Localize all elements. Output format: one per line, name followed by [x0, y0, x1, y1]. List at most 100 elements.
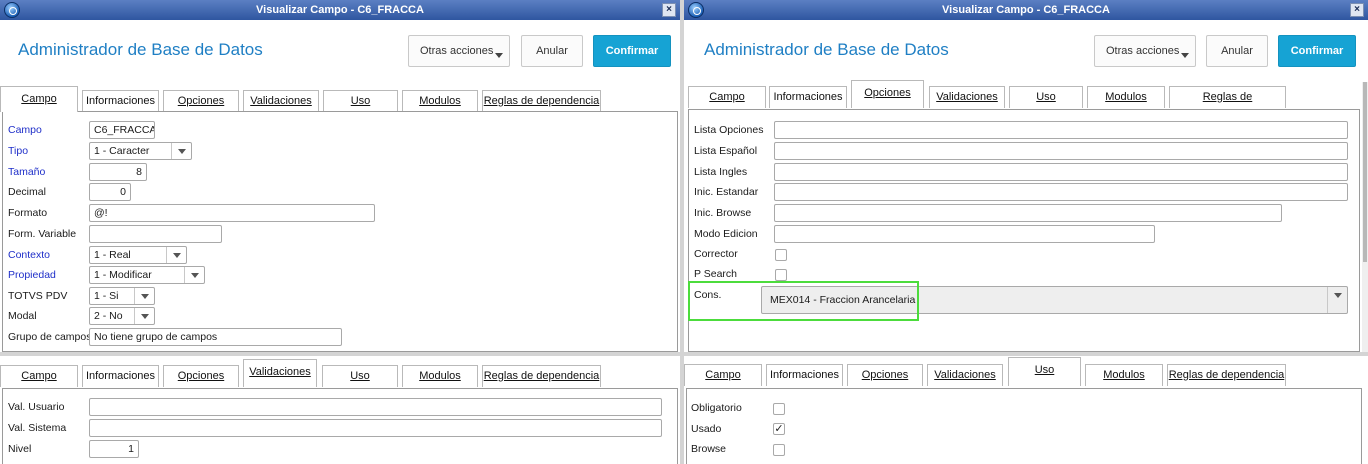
nivel-field[interactable]: 1 [89, 440, 139, 458]
tamano-label: Tamaño [8, 166, 46, 178]
tab-label: Uso [350, 370, 370, 382]
formato-field[interactable]: @! [89, 204, 375, 222]
otras-acciones-label: Otras acciones [420, 45, 494, 57]
tab-label: Reglas de dependencia [483, 370, 600, 382]
totvs-pdv-label: TOTVS PDV [8, 290, 68, 302]
close-icon[interactable]: × [662, 3, 676, 17]
check-icon: ✓ [774, 423, 784, 435]
scrollbar-thumb[interactable] [1363, 82, 1367, 262]
tab-validaciones[interactable]: Validaciones [927, 364, 1003, 386]
tab-informaciones[interactable]: Informaciones [82, 365, 159, 387]
tamano-field[interactable]: 8 [89, 163, 147, 181]
tab-validaciones[interactable]: Validaciones [243, 90, 319, 112]
tab-label: Modulos [419, 370, 461, 382]
window-campo: Visualizar Campo - C6_FRACCA × Administr… [0, 0, 680, 352]
lista-espanol-field[interactable] [774, 142, 1348, 160]
tab-label: Validaciones [250, 95, 312, 107]
confirmar-button[interactable]: Confirmar [593, 35, 671, 67]
tab-modulos[interactable]: Modulos [1085, 364, 1163, 386]
browse-checkbox[interactable] [773, 444, 785, 456]
contexto-select[interactable]: 1 - Real [89, 246, 187, 264]
tab-uso[interactable]: Uso [1009, 86, 1083, 108]
tab-bar: Campo Informaciones Opciones Validacione… [684, 80, 1368, 124]
obligatorio-checkbox[interactable] [773, 403, 785, 415]
tab-reglas[interactable]: Reglas de dependencia [1167, 364, 1286, 386]
protheus-logo-icon [688, 2, 704, 18]
form-variable-field[interactable] [89, 225, 222, 243]
p-search-label: P Search [694, 268, 737, 280]
val-sistema-field[interactable] [89, 419, 662, 437]
tab-opciones[interactable]: Opciones [163, 365, 239, 387]
modal-label: Modal [8, 310, 37, 322]
tab-uso[interactable]: Uso [1008, 357, 1081, 386]
tipo-select[interactable]: 1 - Caracter [89, 142, 192, 160]
chevron-down-icon [1181, 53, 1189, 58]
tab-campo[interactable]: Campo [684, 364, 762, 386]
protheus-logo-icon [4, 2, 20, 18]
tipo-label: Tipo [8, 145, 29, 157]
contexto-value: 1 - Real [94, 249, 131, 261]
totvs-pdv-select[interactable]: 1 - Si [89, 287, 155, 305]
grupo-campos-field[interactable]: No tiene grupo de campos [89, 328, 342, 346]
campo-field[interactable]: C6_FRACCA [89, 121, 155, 139]
tab-label: Modulos [1103, 369, 1145, 381]
chevron-down-icon [184, 267, 204, 283]
chevron-down-icon [166, 247, 186, 263]
confirmar-button[interactable]: Confirmar [1278, 35, 1356, 67]
close-icon[interactable]: × [1350, 3, 1364, 17]
campo-label: Campo [8, 124, 42, 136]
tab-campo[interactable]: Campo [0, 86, 78, 112]
tab-validaciones[interactable]: Validaciones [929, 86, 1005, 108]
tab-validaciones[interactable]: Validaciones [243, 359, 317, 387]
modo-edicion-field[interactable] [774, 225, 1155, 243]
tab-label: Validaciones [249, 366, 311, 378]
otras-acciones-button[interactable]: Otras acciones [408, 35, 510, 67]
tab-reglas[interactable]: Reglas de dependencia [482, 365, 601, 387]
app-header: Administrador de Base de Datos Otras acc… [684, 20, 1368, 82]
val-usuario-label: Val. Usuario [8, 401, 65, 413]
tab-informaciones[interactable]: Informaciones [769, 86, 847, 108]
tab-label: Campo [709, 91, 745, 103]
modal-select[interactable]: 2 - No [89, 307, 155, 325]
tab-campo[interactable]: Campo [688, 86, 766, 108]
corrector-checkbox[interactable] [775, 249, 787, 261]
tab-informaciones[interactable]: Informaciones [766, 364, 843, 386]
inic-estandar-field[interactable] [774, 183, 1348, 201]
grupo-campos-label: Grupo de campos [8, 331, 92, 343]
contexto-label: Contexto [8, 249, 51, 261]
tab-opciones[interactable]: Opciones [851, 80, 924, 108]
chevron-down-icon [171, 143, 191, 159]
tab-uso[interactable]: Uso [322, 365, 398, 387]
corrector-label: Corrector [694, 248, 738, 260]
lista-ingles-field[interactable] [774, 163, 1348, 181]
p-search-checkbox[interactable] [775, 269, 787, 281]
tab-modulos[interactable]: Modulos [402, 365, 478, 387]
otras-acciones-button[interactable]: Otras acciones [1094, 35, 1196, 67]
browse-label: Browse [691, 443, 727, 455]
chevron-down-icon [134, 288, 154, 304]
tab-modulos[interactable]: Modulos [1087, 86, 1165, 108]
tab-uso[interactable]: Uso [323, 90, 398, 112]
vertical-scrollbar[interactable] [1362, 82, 1368, 352]
propiedad-select[interactable]: 1 - Modificar [89, 266, 205, 284]
tab-opciones[interactable]: Opciones [163, 90, 239, 112]
totvs-pdv-value: 1 - Si [94, 290, 119, 302]
inic-browse-field[interactable] [774, 204, 1282, 222]
tab-label: Uso [1034, 364, 1055, 376]
tab-label: Reglas de dependencia [483, 95, 600, 107]
chevron-down-icon [495, 53, 503, 58]
tab-reglas[interactable]: Reglas de dependencia [482, 90, 601, 112]
decimal-field[interactable]: 0 [89, 183, 131, 201]
tab-opciones[interactable]: Opciones [847, 364, 923, 386]
tab-reglas[interactable]: Reglas de dependencia [1169, 86, 1286, 124]
anular-button[interactable]: Anular [1206, 35, 1268, 67]
tab-informaciones[interactable]: Informaciones [82, 90, 159, 112]
lista-opciones-field[interactable] [774, 121, 1348, 139]
usado-checkbox[interactable]: ✓ [773, 423, 785, 435]
window-uso: Campo Informaciones Opciones Validacione… [684, 356, 1368, 464]
anular-button[interactable]: Anular [521, 35, 583, 67]
val-usuario-field[interactable] [89, 398, 662, 416]
tab-campo[interactable]: Campo [0, 365, 78, 387]
tab-bar: Campo Informaciones Opciones Validacione… [684, 357, 1368, 386]
tab-modulos[interactable]: Modulos [402, 90, 478, 112]
